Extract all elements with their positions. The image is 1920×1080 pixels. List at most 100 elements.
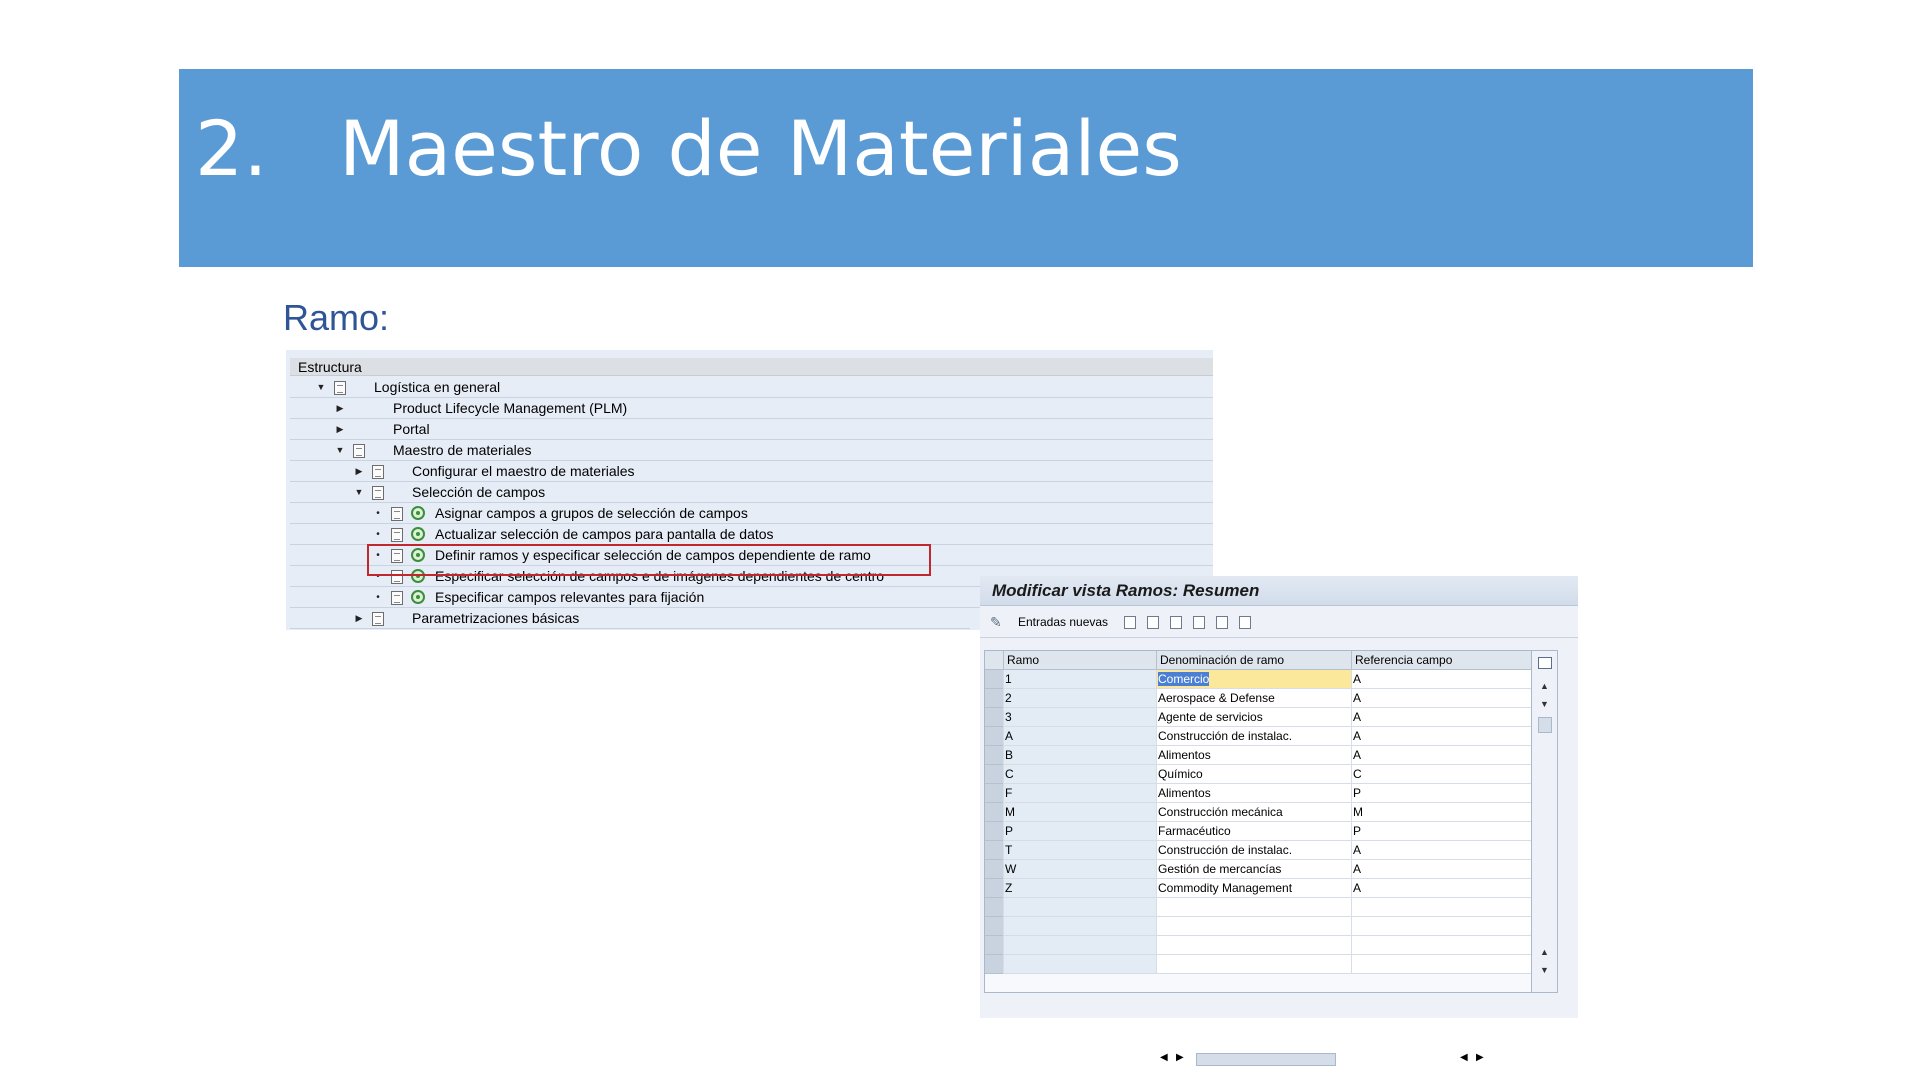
copy-icon[interactable]	[1124, 616, 1136, 629]
column-header-referencia[interactable]: Referencia campo	[1351, 651, 1531, 669]
denominacion-cell[interactable]: Químico	[1156, 765, 1351, 784]
ramo-cell[interactable]: F	[1003, 784, 1156, 803]
row-selector[interactable]	[985, 822, 1003, 841]
tree-node[interactable]: ▶ Configurar el maestro de materiales	[290, 461, 1213, 482]
tree-node[interactable]: • Actualizar selección de campos para pan…	[290, 524, 1213, 545]
ramo-cell[interactable]: 1	[1003, 670, 1156, 689]
referencia-cell[interactable]: P	[1351, 784, 1531, 803]
edit-toggle-icon[interactable]: ✎	[990, 607, 1002, 637]
ramo-cell[interactable]: B	[1003, 746, 1156, 765]
documentation-icon[interactable]	[372, 465, 384, 479]
scroll-right-icon[interactable]: ▶	[1176, 1052, 1184, 1063]
row-selector[interactable]	[985, 708, 1003, 727]
ramo-cell[interactable]: Z	[1003, 879, 1156, 898]
empty-cell[interactable]	[1351, 898, 1531, 917]
referencia-cell[interactable]: A	[1351, 708, 1531, 727]
collapse-icon[interactable]: ▼	[335, 440, 345, 461]
empty-cell[interactable]	[1351, 917, 1531, 936]
undo-icon[interactable]	[1170, 616, 1182, 629]
row-selector[interactable]	[985, 955, 1003, 974]
select-block-icon[interactable]	[1216, 616, 1228, 629]
referencia-cell[interactable]: A	[1351, 841, 1531, 860]
vertical-scrollbar[interactable]: ▲ ▼ ▲ ▼	[1532, 650, 1558, 993]
expand-icon[interactable]: ▶	[354, 608, 364, 629]
scroll-up-icon[interactable]: ▲	[1540, 681, 1549, 691]
row-selector[interactable]	[985, 689, 1003, 708]
table-row[interactable]: 1 Comercio A	[985, 670, 1531, 689]
ramo-cell[interactable]: W	[1003, 860, 1156, 879]
empty-cell[interactable]	[1156, 936, 1351, 955]
denominacion-cell[interactable]: Farmacéutico	[1156, 822, 1351, 841]
table-row[interactable]: 3 Agente de servicios A	[985, 708, 1531, 727]
row-selector[interactable]	[985, 727, 1003, 746]
table-row[interactable]: M Construcción mecánica M	[985, 803, 1531, 822]
scroll-down-icon[interactable]: ▼	[1540, 699, 1549, 709]
table-row[interactable]: Z Commodity Management A	[985, 879, 1531, 898]
denominacion-cell[interactable]: Comercio	[1156, 670, 1351, 689]
empty-cell[interactable]	[1351, 936, 1531, 955]
ramo-cell[interactable]: 3	[1003, 708, 1156, 727]
denominacion-cell[interactable]: Alimentos	[1156, 784, 1351, 803]
table-row[interactable]	[985, 917, 1531, 936]
denominacion-cell[interactable]: Aerospace & Defense	[1156, 689, 1351, 708]
execute-activity-icon[interactable]	[411, 506, 425, 520]
denominacion-cell[interactable]: Agente de servicios	[1156, 708, 1351, 727]
execute-activity-icon[interactable]	[411, 527, 425, 541]
empty-cell[interactable]	[1156, 955, 1351, 974]
tree-node[interactable]: ▶ Product Lifecycle Management (PLM)	[290, 398, 1213, 419]
documentation-icon[interactable]	[334, 381, 346, 395]
empty-cell[interactable]	[1156, 917, 1351, 936]
table-row[interactable]: 2 Aerospace & Defense A	[985, 689, 1531, 708]
page-up-icon[interactable]: ▲	[1540, 947, 1549, 957]
documentation-icon[interactable]	[391, 591, 403, 605]
denominacion-cell[interactable]: Construcción de instalac.	[1156, 727, 1351, 746]
denominacion-cell[interactable]: Gestión de mercancías	[1156, 860, 1351, 879]
ramo-cell[interactable]: 2	[1003, 689, 1156, 708]
scroll-right-end-icon[interactable]: ▶	[1476, 1052, 1484, 1063]
table-row[interactable]: B Alimentos A	[985, 746, 1531, 765]
tree-node[interactable]: ▼ Selección de campos	[290, 482, 1213, 503]
table-row[interactable]: T Construcción de instalac. A	[985, 841, 1531, 860]
empty-cell[interactable]	[1351, 955, 1531, 974]
horizontal-scrollbar[interactable]: ◀ ▶ ◀ ▶	[1160, 1052, 1490, 1066]
execute-activity-icon[interactable]	[411, 590, 425, 604]
row-selector[interactable]	[985, 746, 1003, 765]
deselect-all-icon[interactable]	[1239, 616, 1251, 629]
collapse-icon[interactable]: ▼	[354, 482, 364, 503]
row-selector[interactable]	[985, 841, 1003, 860]
empty-cell[interactable]	[1003, 917, 1156, 936]
tree-node[interactable]: • Asignar campos a grupos de selección de…	[290, 503, 1213, 524]
new-entries-button[interactable]: Entradas nuevas	[1018, 607, 1108, 637]
documentation-icon[interactable]	[353, 444, 365, 458]
referencia-cell[interactable]: A	[1351, 860, 1531, 879]
documentation-icon[interactable]	[391, 507, 403, 521]
expand-icon[interactable]: ▶	[335, 398, 345, 419]
row-selector[interactable]	[985, 784, 1003, 803]
scroll-left-icon[interactable]: ◀	[1160, 1052, 1168, 1063]
referencia-cell[interactable]: A	[1351, 746, 1531, 765]
referencia-cell[interactable]: A	[1351, 727, 1531, 746]
expand-icon[interactable]: ▶	[335, 419, 345, 440]
ramo-cell[interactable]: T	[1003, 841, 1156, 860]
row-selector[interactable]	[985, 898, 1003, 917]
referencia-cell[interactable]: M	[1351, 803, 1531, 822]
table-settings-icon[interactable]	[1538, 657, 1552, 669]
column-header-ramo[interactable]: Ramo	[1003, 651, 1156, 669]
empty-cell[interactable]	[1003, 898, 1156, 917]
row-selector[interactable]	[985, 670, 1003, 689]
tree-node[interactable]: ▼ Maestro de materiales	[290, 440, 1213, 461]
denominacion-cell[interactable]: Commodity Management	[1156, 879, 1351, 898]
documentation-icon[interactable]	[372, 486, 384, 500]
row-selector[interactable]	[985, 936, 1003, 955]
row-selector[interactable]	[985, 803, 1003, 822]
scroll-thumb[interactable]	[1196, 1053, 1336, 1066]
scroll-thumb[interactable]	[1538, 717, 1552, 733]
select-all-icon[interactable]	[1193, 616, 1205, 629]
referencia-cell[interactable]: P	[1351, 822, 1531, 841]
referencia-cell[interactable]: A	[1351, 670, 1531, 689]
denominacion-cell[interactable]: Construcción mecánica	[1156, 803, 1351, 822]
ramo-cell[interactable]: P	[1003, 822, 1156, 841]
tree-node[interactable]: ▼ Logística en general	[290, 377, 1213, 398]
expand-icon[interactable]: ▶	[354, 461, 364, 482]
table-row[interactable]	[985, 955, 1531, 974]
